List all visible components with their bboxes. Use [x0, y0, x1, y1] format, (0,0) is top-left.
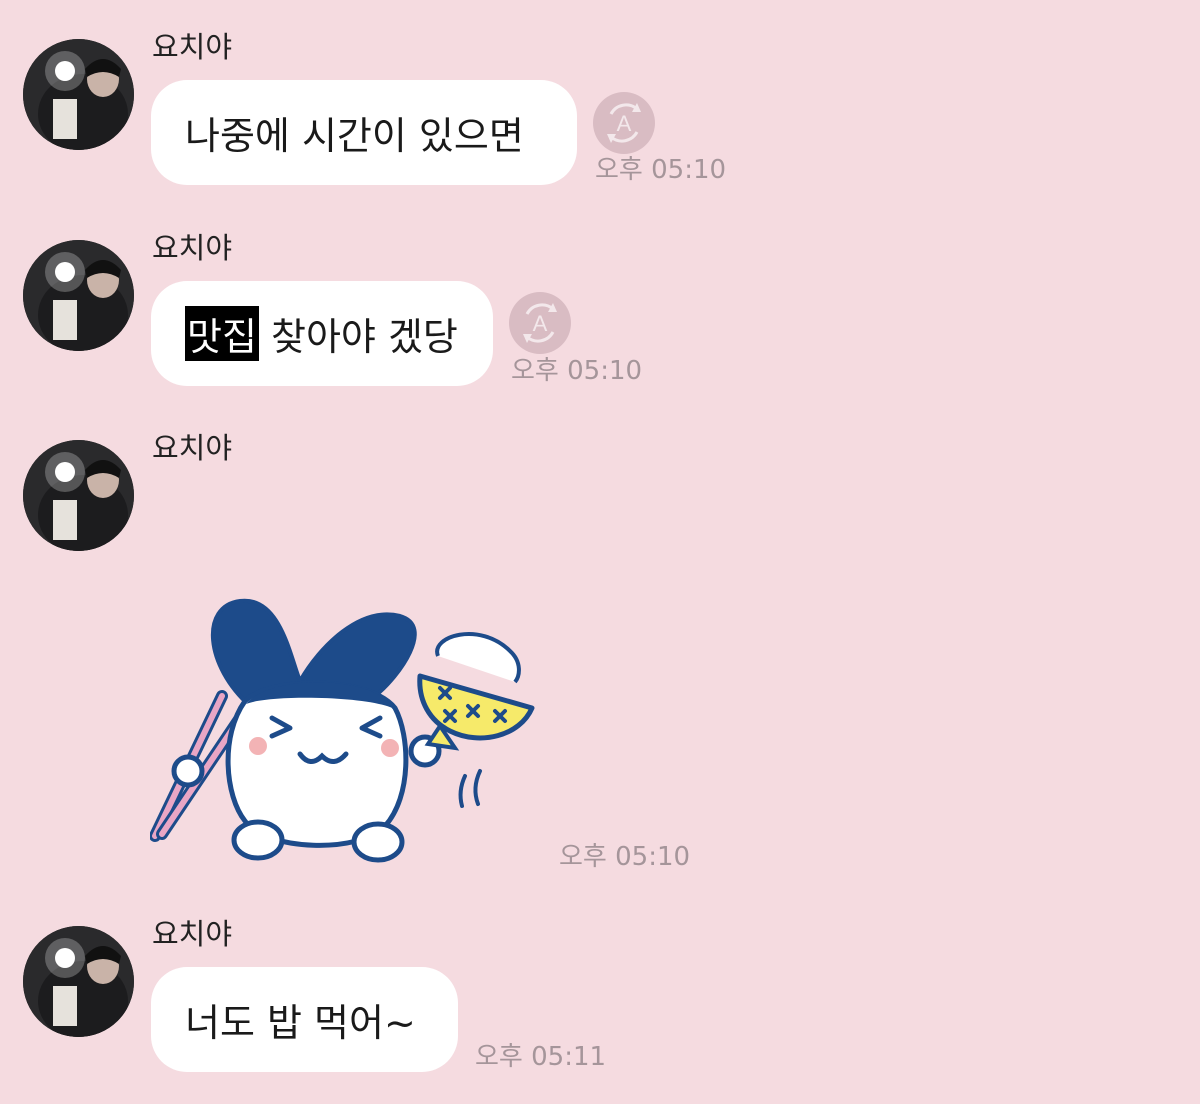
avatar[interactable]	[23, 926, 134, 1037]
timestamp: 오후 05:10	[595, 155, 727, 185]
timestamp: 오후 05:10	[511, 356, 643, 386]
svg-text:A: A	[617, 111, 632, 136]
sticker-image	[149, 598, 535, 863]
timestamp: 오후 05:10	[559, 842, 691, 872]
sender-name: 요치야	[152, 231, 233, 265]
sender-name: 요치야	[152, 30, 233, 64]
message-text: 찾아야 겠당	[258, 315, 458, 359]
avatar-photo	[23, 240, 134, 351]
translate-icon: A	[523, 303, 557, 343]
svg-text:A: A	[533, 311, 548, 336]
message-bubble[interactable]: 맛집 찾아야 겠당	[151, 281, 493, 386]
rabbit-character-icon	[171, 598, 482, 863]
highlighted-text: 맛집	[185, 306, 259, 361]
timestamp: 오후 05:11	[475, 1042, 607, 1072]
sender-name: 요치야	[152, 917, 233, 951]
sender-name: 요치야	[152, 431, 233, 465]
avatar-photo	[23, 926, 134, 1037]
translate-button[interactable]: A	[593, 92, 655, 154]
rice-bowl-icon	[417, 632, 535, 751]
avatar[interactable]	[23, 440, 134, 551]
translate-icon: A	[607, 103, 641, 143]
avatar[interactable]	[23, 39, 134, 150]
avatar-photo	[23, 39, 134, 150]
avatar[interactable]	[23, 240, 134, 351]
rabbit-eating-rice-sticker[interactable]	[149, 596, 540, 866]
message-bubble[interactable]: 나중에 시간이 있으면	[151, 80, 577, 185]
translate-button[interactable]: A	[509, 292, 571, 354]
message-bubble[interactable]: 너도 밥 먹어~	[151, 967, 458, 1072]
avatar-photo	[23, 440, 134, 551]
